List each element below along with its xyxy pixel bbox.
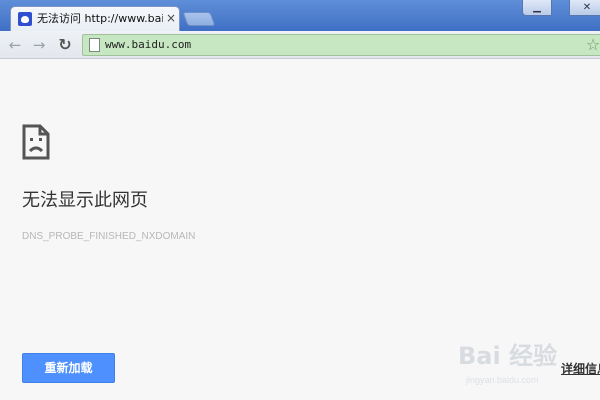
window-title-bar: 无法访问 http://www.bai × ▁ ✕ <box>0 0 600 31</box>
address-bar[interactable]: www.baidu.com ☆ <box>82 34 600 56</box>
window-close-icon: ✕ <box>582 2 592 13</box>
bookmark-star-icon[interactable]: ☆ <box>583 35 600 55</box>
forward-arrow-icon[interactable]: → <box>30 36 48 54</box>
new-tab-button[interactable] <box>182 12 216 26</box>
tab-close-icon[interactable]: × <box>164 10 178 26</box>
reload-icon[interactable]: ↻ <box>56 36 74 54</box>
window-close-button[interactable]: ✕ <box>569 0 600 16</box>
reload-button[interactable]: 重新加载 <box>22 353 115 383</box>
sad-document-icon <box>22 124 50 160</box>
url-text[interactable]: www.baidu.com <box>105 37 405 53</box>
browser-tab-active[interactable]: 无法访问 http://www.bai × <box>10 6 180 31</box>
minimize-button[interactable]: ▁ <box>522 0 552 16</box>
tab-title: 无法访问 http://www.bai <box>37 12 163 25</box>
page-icon <box>89 38 100 52</box>
error-title: 无法显示此网页 <box>22 190 148 211</box>
browser-toolbar: ← → ↻ www.baidu.com ☆ <box>0 31 600 59</box>
error-code: DNS_PROBE_FINISHED_NXDOMAIN <box>22 231 196 242</box>
minimize-icon: ▁ <box>533 2 541 13</box>
details-link[interactable]: 详细信息 <box>561 360 600 378</box>
back-arrow-icon[interactable]: ← <box>6 36 24 54</box>
favicon-icon <box>18 12 32 26</box>
